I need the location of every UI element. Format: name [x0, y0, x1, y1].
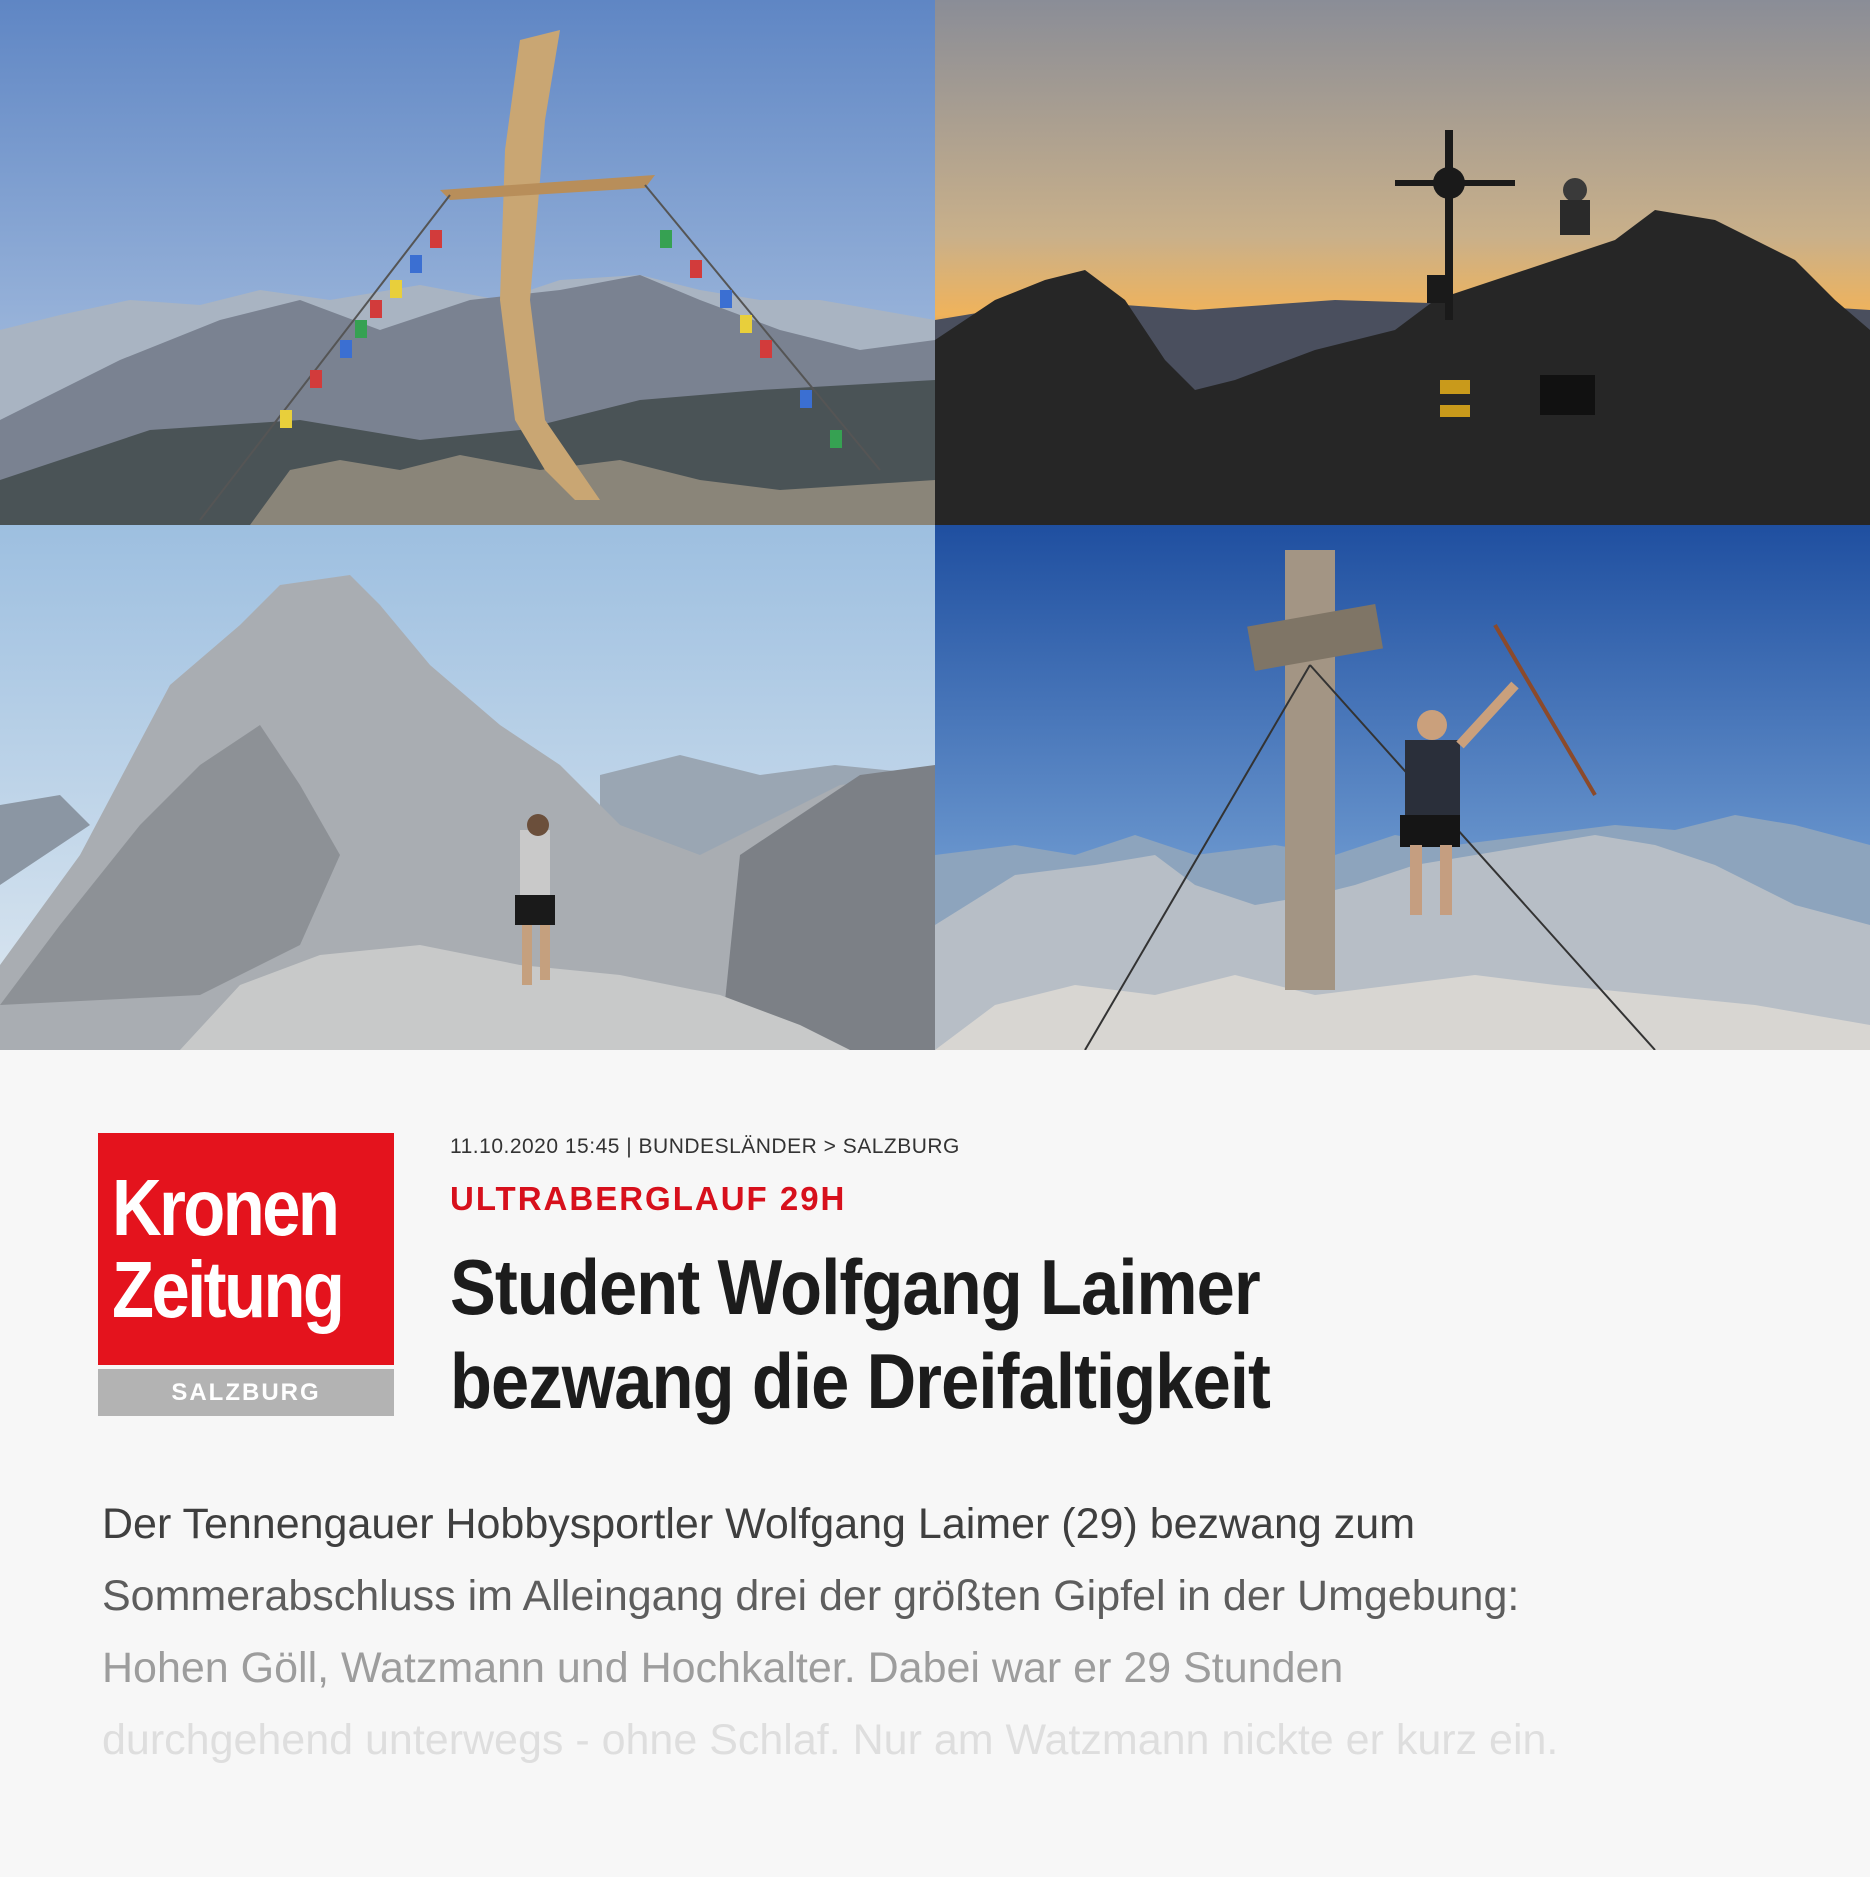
article-headline[interactable]: Student Wolfgang Laimer bezwang die Drei… [450, 1240, 1638, 1428]
lead-line-3: Hohen Göll, Watzmann und Hochkalter. Dab… [102, 1644, 1344, 1692]
photo-summit-cross-sunset[interactable] [935, 0, 1870, 525]
article-meta: 11.10.2020 15:45 | BUNDESLÄNDER > SALZBU… [450, 1135, 960, 1158]
article-section: Kronen Zeitung SALZBURG 11.10.2020 15:45… [0, 1050, 1870, 1877]
headline-line-1: Student Wolfgang Laimer [450, 1243, 1261, 1331]
lead-line-1: Der Tennengauer Hobbysportler Wolfgang L… [102, 1500, 1416, 1548]
photo-climber-on-ridge[interactable] [0, 525, 935, 1050]
photo-summit-cross-prayer-flags[interactable] [0, 0, 935, 525]
logo-region-label: SALZBURG [98, 1369, 394, 1416]
article-kicker: ULTRABERGLAUF 29H [450, 1180, 847, 1217]
lead-line-4: durchgehend unterwegs - ohne Schlaf. Nur… [102, 1716, 1559, 1764]
headline-line-2: bezwang die Dreifaltigkeit [450, 1337, 1271, 1425]
publisher-logo[interactable]: Kronen Zeitung SALZBURG [98, 1133, 394, 1416]
photo-grid [0, 0, 1870, 1050]
logo-line-1: Kronen [112, 1163, 340, 1252]
logo-red-block: Kronen Zeitung [98, 1133, 394, 1365]
logo-line-2: Zeitung [112, 1245, 345, 1334]
lead-line-2: Sommerabschluss im Alleingang drei der g… [102, 1572, 1520, 1620]
article-lead: Der Tennengauer Hobbysportler Wolfgang L… [102, 1488, 1822, 1776]
photo-hiker-at-summit-cross[interactable] [935, 525, 1870, 1050]
